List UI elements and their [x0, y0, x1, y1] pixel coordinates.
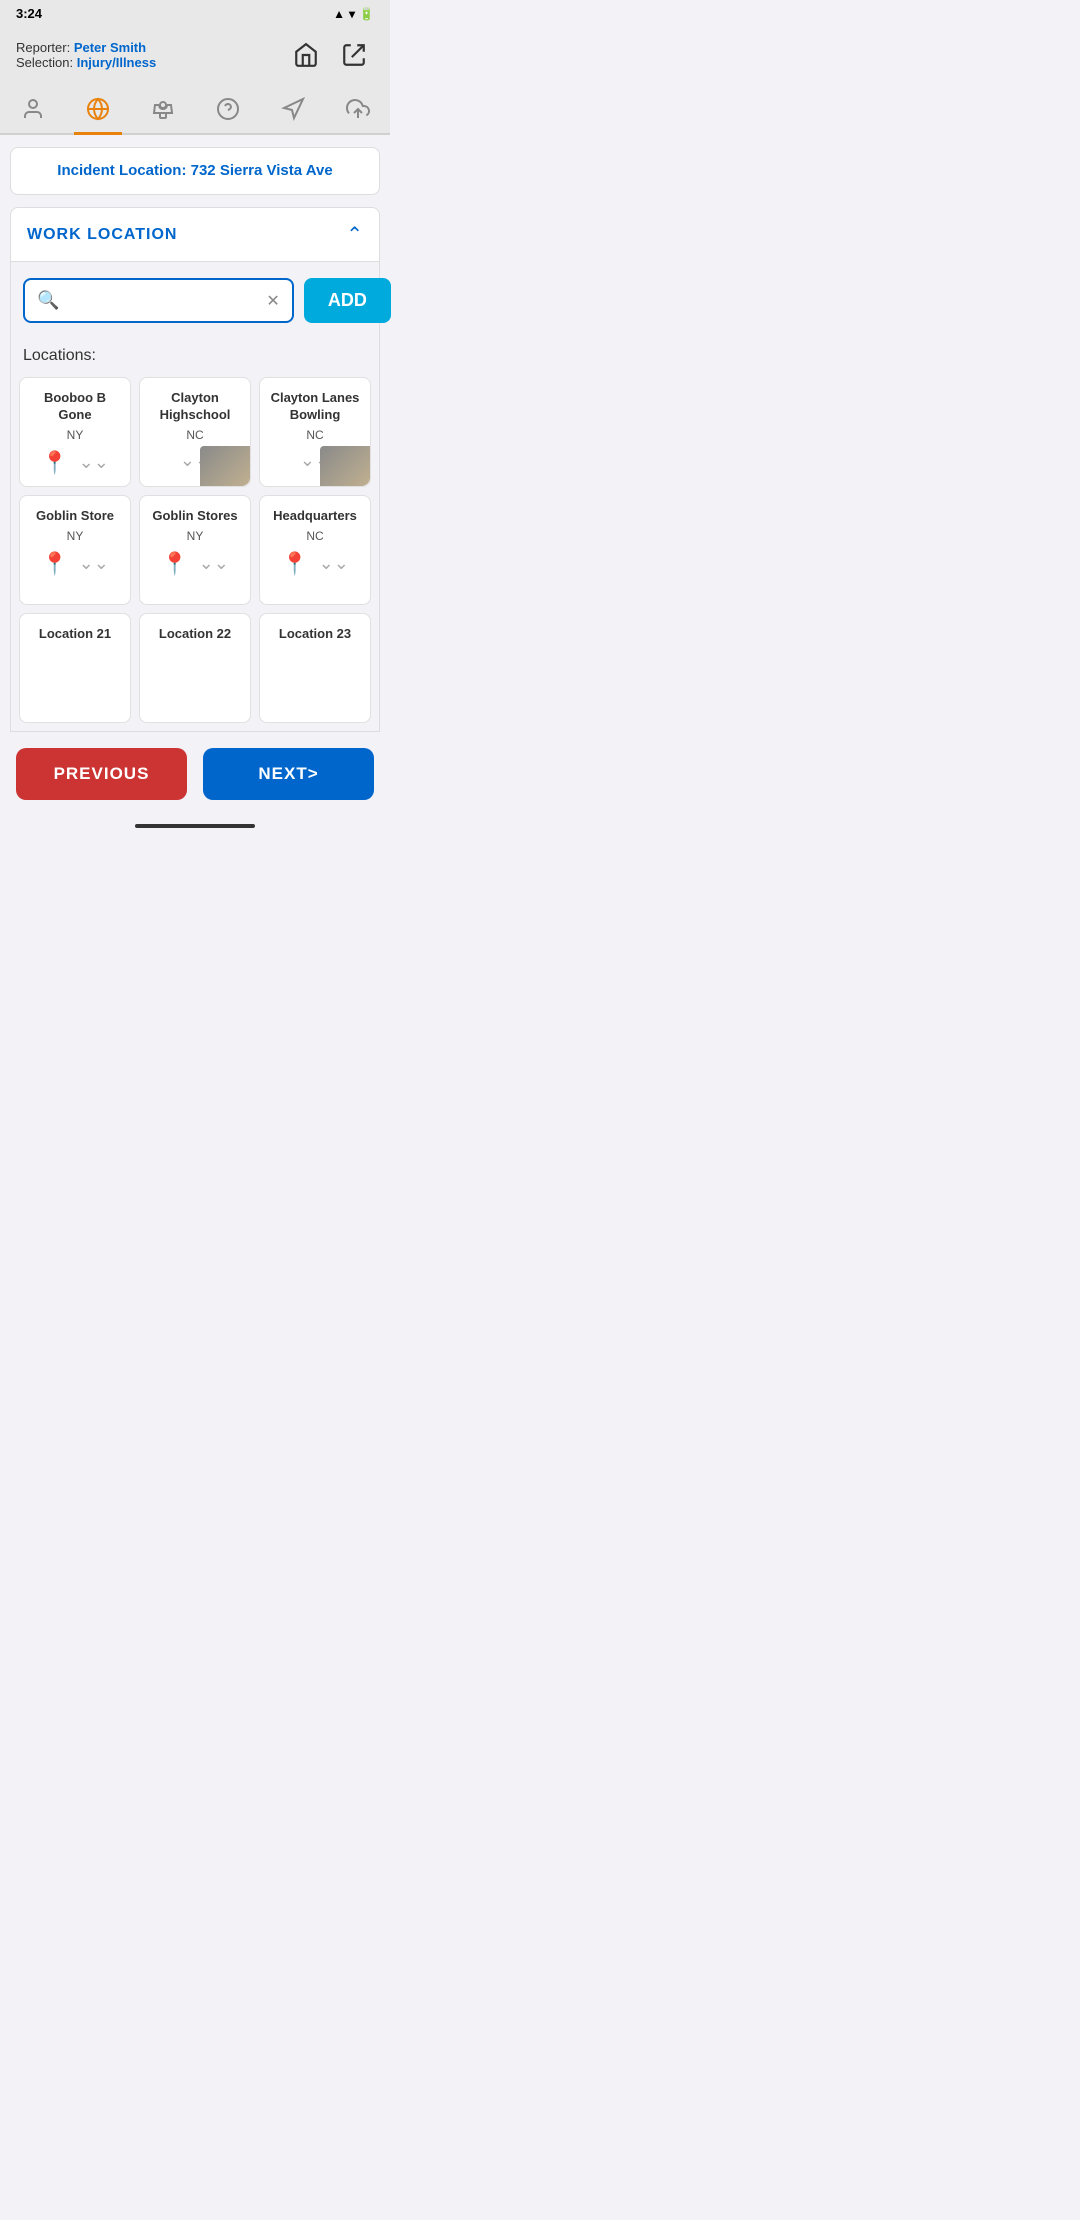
location-card[interactable]: Location 22 — [139, 613, 251, 723]
search-input[interactable] — [67, 292, 266, 309]
status-time: 3:24 — [16, 6, 42, 21]
tab-worker[interactable] — [139, 91, 187, 133]
signal-icon: ▲ — [333, 7, 345, 21]
location-card-name: Clayton Lanes Bowling — [268, 390, 362, 424]
location-card[interactable]: Headquarters NC 📍 ⌄⌄ — [259, 495, 371, 605]
bottom-nav: PREVIOUS NEXT> — [0, 732, 390, 816]
location-card[interactable]: Goblin Store NY 📍 ⌄⌄ — [19, 495, 131, 605]
clear-icon[interactable]: ✕ — [266, 291, 279, 311]
location-card-state: NC — [186, 428, 203, 442]
top-header: Reporter: Peter Smith Selection: Injury/… — [0, 27, 390, 87]
tab-person[interactable] — [9, 91, 57, 133]
status-icons: ▲ ▾ 🔋 — [333, 7, 374, 21]
locations-label: Locations: — [10, 339, 380, 369]
reporter-label: Reporter: — [16, 40, 70, 55]
home-button[interactable] — [286, 35, 326, 75]
search-icon: 🔍 — [37, 290, 59, 311]
location-card-name: Location 21 — [39, 626, 111, 643]
location-card-actions: ⌄⌄ — [300, 450, 330, 471]
next-button[interactable]: NEXT> — [203, 748, 374, 800]
location-card[interactable]: Location 23 — [259, 613, 371, 723]
location-card[interactable]: Location 21 — [19, 613, 131, 723]
selection-label: Selection: — [16, 55, 73, 70]
expand-icon[interactable]: ⌄⌄ — [79, 553, 109, 574]
reporter-name: Peter Smith — [74, 40, 146, 55]
location-card-actions: ⌄⌄ — [180, 450, 210, 471]
location-thumbnail — [200, 446, 250, 486]
export-button[interactable] — [334, 35, 374, 75]
location-card[interactable]: Booboo B Gone NY 📍 ⌄⌄ — [19, 377, 131, 487]
pin-icon: 📍 — [41, 551, 68, 577]
work-location-header[interactable]: WORK LOCATION ⌃ — [10, 207, 380, 262]
location-card-state: NY — [187, 529, 204, 543]
expand-icon[interactable]: ⌄⌄ — [199, 553, 229, 574]
pin-icon: 📍 — [161, 551, 188, 577]
location-card-name: Goblin Stores — [152, 508, 237, 525]
tab-question[interactable] — [204, 91, 252, 133]
location-thumbnail — [320, 446, 370, 486]
pin-icon: 📍 — [41, 450, 68, 476]
location-card-name: Headquarters — [273, 508, 357, 525]
location-card-state: NY — [67, 529, 84, 543]
location-card-actions: 📍 ⌄⌄ — [161, 551, 229, 577]
expand-icon[interactable]: ⌄⌄ — [79, 452, 109, 473]
location-card-name: Location 23 — [279, 626, 351, 643]
search-input-wrapper: 🔍 ✕ — [23, 278, 294, 323]
nav-tabs — [0, 87, 390, 135]
status-bar: 3:24 ▲ ▾ 🔋 — [0, 0, 390, 27]
tab-upload[interactable] — [334, 91, 382, 133]
home-indicator — [0, 816, 390, 832]
location-card[interactable]: Clayton Highschool NC ⌄⌄ — [139, 377, 251, 487]
location-card-actions: 📍 ⌄⌄ — [41, 450, 109, 476]
location-card-name: Location 22 — [159, 626, 231, 643]
incident-location-text: Incident Location: 732 Sierra Vista Ave — [57, 162, 332, 179]
wifi-icon: ▾ — [349, 7, 355, 21]
tab-globe[interactable] — [74, 91, 122, 133]
location-card-state: NC — [306, 428, 323, 442]
previous-button[interactable]: PREVIOUS — [16, 748, 187, 800]
tab-megaphone[interactable] — [269, 91, 317, 133]
location-card-name: Goblin Store — [36, 508, 114, 525]
battery-icon: 🔋 — [359, 7, 374, 21]
expand-icon[interactable]: ⌄⌄ — [319, 553, 349, 574]
location-card[interactable]: Goblin Stores NY 📍 ⌄⌄ — [139, 495, 251, 605]
section-title: WORK LOCATION — [27, 226, 177, 244]
location-card[interactable]: Clayton Lanes Bowling NC ⌄⌄ — [259, 377, 371, 487]
location-card-state: NY — [67, 428, 84, 442]
add-button[interactable]: ADD — [304, 278, 391, 323]
location-card-actions: 📍 ⌄⌄ — [281, 551, 349, 577]
home-bar — [135, 824, 255, 828]
location-card-state: NC — [306, 529, 323, 543]
selection-value: Injury/Illness — [77, 55, 156, 70]
search-area: 🔍 ✕ ADD — [10, 262, 380, 339]
location-card-name: Booboo B Gone — [28, 390, 122, 424]
reporter-info: Reporter: Peter Smith Selection: Injury/… — [16, 40, 156, 70]
incident-location-banner: Incident Location: 732 Sierra Vista Ave — [10, 147, 380, 195]
header-icons — [286, 35, 374, 75]
locations-grid: Booboo B Gone NY 📍 ⌄⌄ Clayton Highschool NC ⌄⌄… — [10, 369, 380, 732]
location-card-name: Clayton Highschool — [148, 390, 242, 424]
location-card-actions: 📍 ⌄⌄ — [41, 551, 109, 577]
pin-icon: 📍 — [281, 551, 308, 577]
chevron-up-icon[interactable]: ⌃ — [346, 222, 363, 247]
